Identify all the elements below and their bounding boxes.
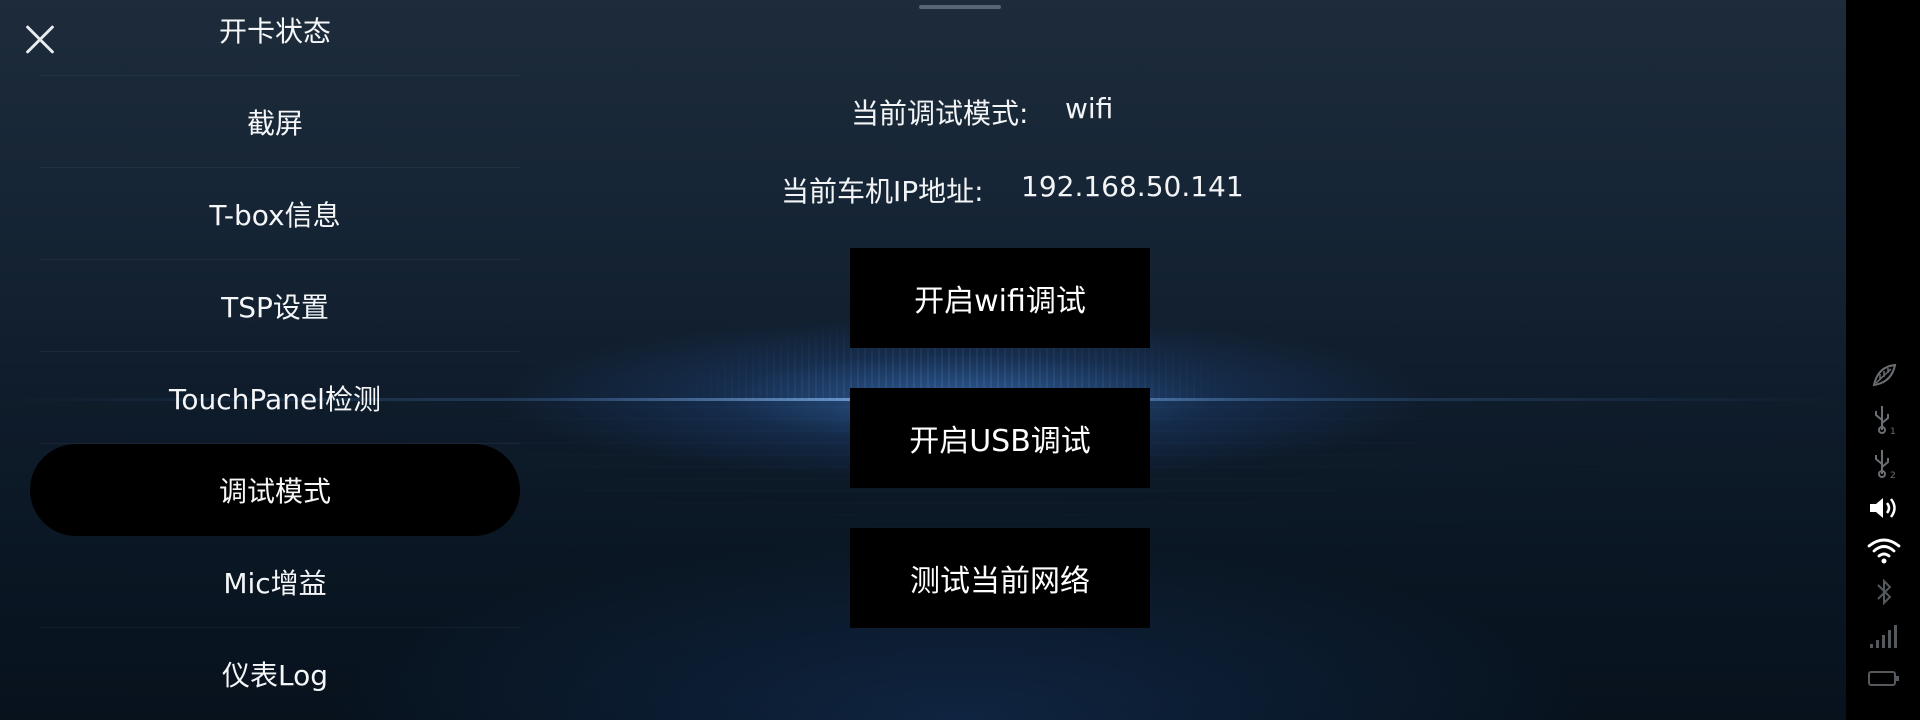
svg-text:2: 2	[1890, 471, 1896, 480]
menu-item-tsp-settings[interactable]: TSP设置	[30, 260, 520, 352]
signal-icon	[1864, 618, 1904, 654]
debug-settings-screen: 开卡状态 截屏 T-box信息 TSP设置 TouchPanel检测 调试模式 …	[0, 0, 1920, 720]
bluetooth-icon	[1864, 574, 1904, 610]
ip-address-value: 192.168.50.141	[1021, 170, 1244, 203]
menu-item-cluster-log[interactable]: 仪表Log	[30, 628, 520, 720]
menu-item-debug-mode[interactable]: 调试模式	[30, 444, 520, 536]
usb-2-icon: 2	[1864, 446, 1904, 482]
volume-icon	[1864, 490, 1904, 526]
status-bar: 1 2	[1846, 0, 1920, 720]
settings-menu: 开卡状态 截屏 T-box信息 TSP设置 TouchPanel检测 调试模式 …	[30, 0, 520, 720]
leaf-icon	[1864, 358, 1904, 394]
menu-item-label: 调试模式	[218, 475, 331, 508]
drag-handle[interactable]	[919, 5, 1001, 9]
menu-item-label: TouchPanel检测	[169, 383, 381, 416]
svg-text:1: 1	[1890, 427, 1896, 436]
menu-item-label: T-box信息	[209, 199, 341, 232]
menu-item-touchpanel-check[interactable]: TouchPanel检测	[30, 352, 520, 444]
enable-usb-debug-button[interactable]: 开启USB调试	[850, 388, 1150, 488]
menu-item-label: 截屏	[246, 107, 303, 140]
ip-address-label: 当前车机IP地址:	[781, 175, 984, 208]
wifi-icon	[1864, 532, 1904, 568]
debug-mode-label: 当前调试模式:	[851, 97, 1029, 130]
menu-item-label: 仪表Log	[221, 659, 328, 692]
menu-item-screenshot[interactable]: 截屏	[30, 76, 520, 168]
usb-1-icon: 1	[1864, 402, 1904, 438]
enable-wifi-debug-button[interactable]: 开启wifi调试	[850, 248, 1150, 348]
menu-item-label: 开卡状态	[218, 15, 331, 48]
menu-item-label: Mic增益	[223, 567, 327, 600]
test-network-button[interactable]: 测试当前网络	[850, 528, 1150, 628]
debug-mode-value: wifi	[1065, 92, 1114, 125]
battery-icon	[1864, 660, 1904, 696]
menu-item-label: TSP设置	[221, 291, 329, 324]
menu-item-mic-gain[interactable]: Mic增益	[30, 536, 520, 628]
menu-item-card-status[interactable]: 开卡状态	[30, 0, 520, 76]
menu-item-tbox-info[interactable]: T-box信息	[30, 168, 520, 260]
